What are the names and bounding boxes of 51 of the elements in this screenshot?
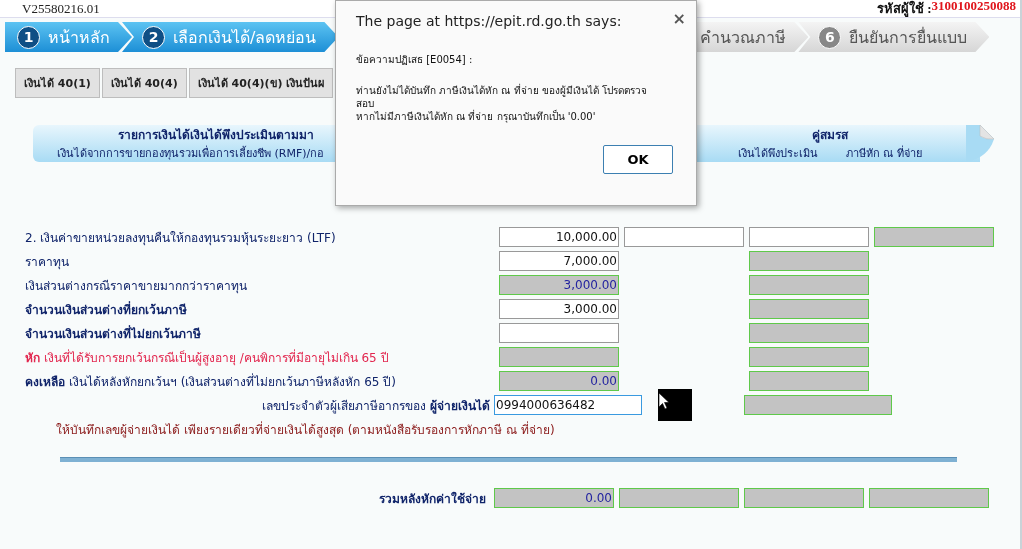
version-text: V25580216.01 (22, 0, 100, 17)
readonly-field[interactable] (744, 395, 892, 415)
amount-field[interactable]: 7,000.00 (499, 251, 619, 271)
banner-title: รายการเงินได้เงินได้พึงประเมินตามมา (118, 127, 314, 144)
readonly-field[interactable] (499, 347, 619, 367)
column-heading: ภาษีหัก ณ ที่จ่าย (846, 144, 922, 162)
amount-field[interactable]: 3,000.00 (499, 299, 619, 319)
row-label: 2. เงินค่าขายหน่วยลงทุนคืนให้กองทุนรวมหุ้นระยะยาว (LTF) (25, 229, 337, 247)
wizard-step[interactable]: 1 หน้าหลัก (5, 22, 132, 52)
readonly-field[interactable]: 0.00 (494, 488, 614, 508)
row-label: หัก เงินที่ได้รับการยกเว้นกรณีเป็นผู้สูงอายุ /คนพิการที่มีอายุไม่เกิน 65 ปี (25, 348, 390, 367)
income-tab[interactable]: เงินได้ 40(4)(ข) เงินปันผ (188, 68, 334, 98)
readonly-field[interactable] (744, 488, 864, 508)
readonly-field[interactable]: 0.00 (499, 371, 619, 391)
amount-field[interactable]: 10,000.00 (499, 227, 619, 247)
banner-subtitle: เงินได้จากการขายกองทุนรวมเพื่อการเลี้ยงชีพ (RMF)/กอ (57, 144, 325, 162)
row-label: ราคาทุน (25, 253, 70, 271)
row-label: เลขประจำตัวผู้เสียภาษีอากรของ ผู้จ่ายเงินได้ (261, 397, 490, 415)
total-label: รวมหลังหักค่าใช้จ่าย (378, 490, 486, 508)
row-label: เงินส่วนต่างกรณีราคาขายมากกว่าราคาทุน (25, 277, 248, 295)
dialog-title: The page at https://epit.rd.go.th says: (356, 13, 622, 29)
income-tab[interactable]: เงินได้ 40(4) (101, 68, 187, 98)
spouse-heading: คู่สมรส (812, 127, 848, 144)
user-id-value: 3100100250088 (931, 0, 1016, 15)
tax-id-field[interactable]: 0994000636482 (494, 395, 642, 415)
readonly-field[interactable] (749, 251, 869, 271)
dialog-message: ท่านยังไม่ได้บันทึก ภาษีเงินได้หัก ณ ที่จ่าย ของผู้มีเงินได้ โปรดตรวจสอบ (356, 84, 648, 109)
readonly-field[interactable] (869, 488, 989, 508)
error-heading: ข้อความปฏิเสธ [E0054] : (356, 53, 474, 66)
readonly-field[interactable] (749, 299, 869, 319)
ok-button[interactable]: OK (603, 145, 673, 174)
amount-field[interactable] (749, 227, 869, 247)
row-label: จำนวนเงินส่วนต่างที่ยกเว้นภาษี (25, 300, 188, 319)
readonly-field[interactable] (749, 371, 869, 391)
dialog-message: หากไม่มีภาษีเงินได้หัก ณ ที่จ่าย กรุณาบันทึกเป็น '0.00' (356, 110, 597, 123)
column-heading: เงินได้พึงประเมิน (738, 146, 818, 162)
amount-field[interactable] (499, 323, 619, 343)
amount-field[interactable] (624, 227, 744, 247)
readonly-field[interactable] (749, 323, 869, 343)
readonly-field[interactable] (749, 275, 869, 295)
wizard-step[interactable]: 6 ยืนยันการยื่นแบบ (798, 22, 990, 52)
readonly-field[interactable] (749, 347, 869, 367)
row-label: จำนวนเงินส่วนต่างที่ไม่ยกเว้นภาษี (25, 324, 202, 343)
cursor-icon (658, 389, 692, 421)
readonly-field[interactable] (874, 227, 994, 247)
readonly-field[interactable]: 3,000.00 (499, 275, 619, 295)
note-text: ให้บันทึกเลขผู้จ่ายเงินได้ เพียงรายเดียวที่จ่ายเงินได้สูงสุด (ตามหนังสือรับรองการหักภาษี ณ ที่จ่าย) (56, 420, 555, 439)
row-label: คงเหลือ เงินได้หลังหักยกเว้นฯ (เงินส่วนต่างที่ไม่ยกเว้นภาษีหลังหัก 65 ปี) (25, 372, 397, 391)
readonly-field[interactable] (619, 488, 739, 508)
income-tab[interactable]: เงินได้ 40(1) (15, 68, 100, 98)
user-id-label: รหัสผู้ใช้ : (876, 0, 932, 19)
